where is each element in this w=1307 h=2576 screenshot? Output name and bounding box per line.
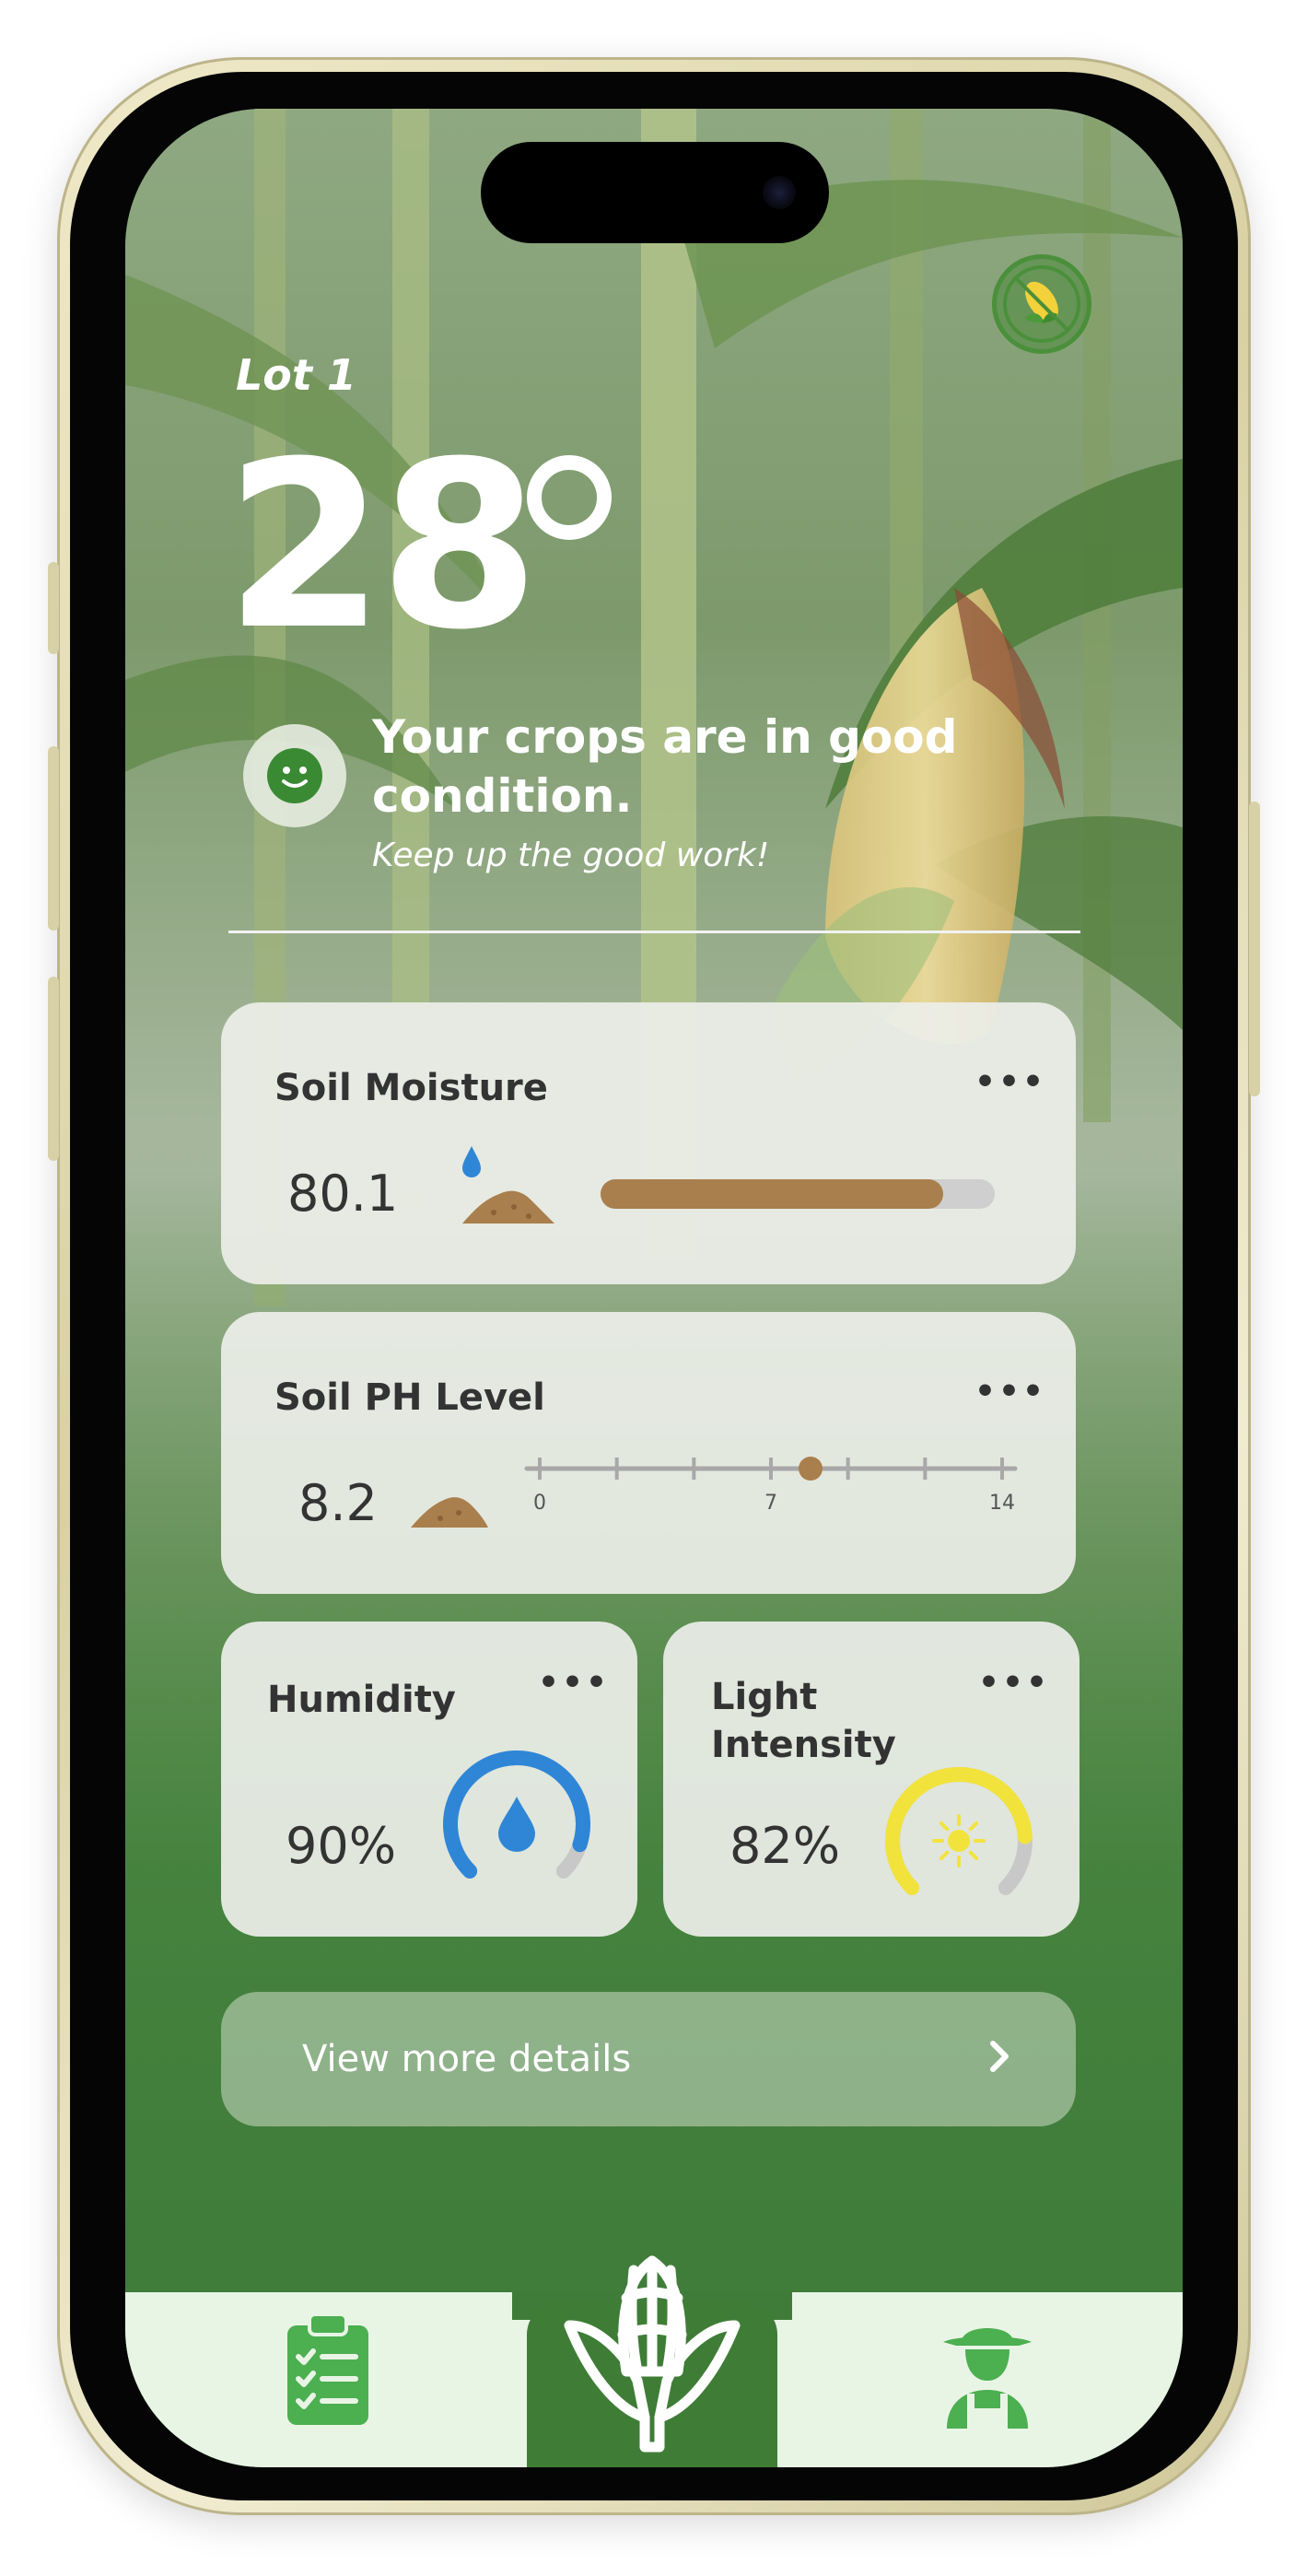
soil-moisture-card[interactable]: Soil Moisture ••• 80.1 [221,1002,1076,1284]
tab-home-corn[interactable] [527,2255,777,2467]
light-intensity-title: Light Intensity [711,1673,896,1769]
light-intensity-value: 82% [729,1817,841,1875]
soil-ph-title: Soil PH Level [274,1376,545,1419]
humidity-title: Humidity [267,1679,456,1721]
status-smiley-icon [243,724,346,827]
light-intensity-title-line1: Light [711,1676,818,1718]
divider [228,931,1080,933]
lot-title: Lot 1 [236,350,356,400]
light-intensity-more-button[interactable]: ••• [978,1664,1050,1702]
degree-symbol [527,455,612,540]
crop-status-title: Your crops are in good condition. [372,710,958,823]
chevron-right-icon [990,2041,1009,2072]
view-more-details-label: View more details [302,2038,632,2080]
app-screen: Lot 1 28 Your crops are in good conditio… [125,109,1183,2467]
humidity-card[interactable]: Humidity ••• 90% [221,1622,637,1937]
light-intensity-gauge [885,1767,1033,1895]
light-intensity-card[interactable]: Light Intensity ••• 82% [663,1622,1079,1937]
temperature-value: 28 [225,412,540,680]
soil-moisture-title: Soil Moisture [274,1067,548,1109]
soil-moisture-more-button[interactable]: ••• [974,1063,1046,1101]
tab-tasks[interactable] [284,2313,372,2432]
volume-down-button [48,977,59,1161]
ph-tick-label-0: 0 [533,1492,546,1515]
soil-moisture-bar-fill [601,1179,944,1209]
action-button [48,562,59,654]
corn-badge-icon[interactable] [992,254,1091,354]
crop-status-subtitle: Keep up the good work! [372,837,770,874]
volume-up-button [48,746,59,931]
humidity-gauge [443,1751,590,1879]
light-intensity-title-line2: Intensity [711,1724,896,1766]
soil-ph-marker [799,1457,823,1481]
power-button [1249,802,1260,1096]
humidity-value: 90% [286,1817,397,1875]
sun-icon [932,1814,986,1868]
water-drop-icon [498,1797,535,1852]
moisture-soil-icon [462,1146,554,1224]
view-more-details-button[interactable]: View more details [221,1992,1076,2126]
clipboard-checklist-icon [287,2313,368,2425]
soil-ph-more-button[interactable]: ••• [974,1373,1046,1411]
soil-ph-scale: 0 7 14 [524,1457,1018,1515]
farmer-icon [943,2328,1032,2429]
soil-ph-card[interactable]: Soil PH Level ••• 8.2 0 7 14 [221,1312,1076,1594]
ph-tick-label-14: 14 [989,1492,1015,1515]
corn-icon [564,2255,741,2453]
humidity-more-button[interactable]: ••• [538,1664,610,1702]
ph-tick-label-7: 7 [764,1492,777,1515]
tab-farmer-profile[interactable] [939,2316,1035,2430]
dynamic-island [481,142,829,243]
soil-icon [411,1497,488,1528]
soil-moisture-value: 80.1 [287,1165,399,1223]
soil-ph-value: 8.2 [298,1474,378,1532]
soil-moisture-bar [601,1179,995,1209]
front-camera [763,176,796,209]
